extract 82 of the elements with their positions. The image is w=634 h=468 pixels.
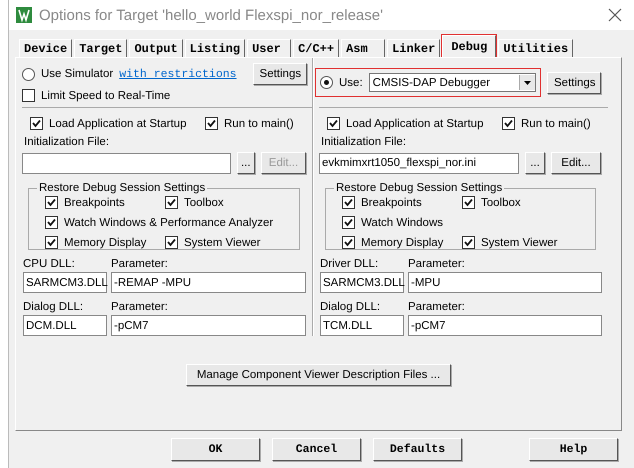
checkbox[interactable] [342, 236, 355, 249]
field-label: Dialog DLL: [320, 301, 382, 313]
checkbox-label: Memory Display [64, 236, 146, 248]
field-label: Parameter: [111, 258, 169, 270]
parameter-field[interactable]: -REMAP -MPU [111, 272, 306, 293]
tab[interactable]: Listing [184, 39, 246, 57]
checkbox[interactable] [45, 196, 58, 209]
dialog-button[interactable]: Help [529, 438, 618, 460]
checkbox[interactable] [327, 117, 340, 130]
dll-field[interactable]: TCM.DLL [320, 315, 404, 336]
checkbox[interactable] [30, 117, 43, 130]
field-label: Dialog DLL: [23, 301, 84, 313]
checkbox-label: Run to main() [521, 118, 591, 130]
tab[interactable]: Output [129, 39, 183, 57]
tab[interactable]: User [247, 39, 292, 57]
edit-button[interactable]: Edit... [551, 152, 601, 174]
checkbox[interactable] [165, 196, 178, 209]
window-title: Options for Target 'hello_world Flexspi_nor_release' [39, 6, 384, 24]
close-icon[interactable] [608, 8, 622, 22]
checkbox-label: System Viewer [481, 236, 558, 248]
browse-button[interactable]: ... [236, 152, 255, 174]
checkbox[interactable] [165, 236, 178, 249]
checkbox-label: System Viewer [184, 236, 260, 248]
checkbox-label: Breakpoints [64, 196, 125, 208]
checkbox-label: Limit Speed to Real-Time [41, 90, 170, 102]
initialization-file-field[interactable] [22, 152, 231, 174]
checkbox-label: Watch Windows & Performance Analyzer [64, 216, 274, 228]
field-label: Parameter: [408, 301, 466, 313]
tab[interactable]: Target [74, 39, 128, 57]
checkbox-label: Watch Windows [361, 216, 444, 228]
dropdown-arrow-icon [524, 80, 531, 84]
settings-button[interactable]: Settings [547, 72, 601, 94]
tab[interactable]: C/C++ [293, 39, 340, 57]
checkbox-label: Load Application at Startup [49, 118, 186, 130]
radio-label: Use Simulator [41, 68, 114, 80]
field-label: Initialization File: [321, 136, 408, 148]
checkbox-label: Load Application at Startup [346, 118, 484, 130]
group-title: Restore Debug Session Settings [38, 182, 206, 194]
field-label: Parameter: [408, 258, 466, 270]
checkbox[interactable] [502, 117, 515, 130]
app-icon [16, 7, 32, 23]
group-title: Restore Debug Session Settings [335, 182, 504, 194]
checkbox-label: Breakpoints [361, 196, 422, 208]
settings-button[interactable]: Settings [252, 63, 307, 85]
field-label: Driver DLL: [320, 258, 380, 270]
checkbox[interactable] [22, 89, 35, 102]
radio-label: Use: [339, 76, 363, 88]
initialization-file-field[interactable]: evkmimxrt1050_flexspi_nor.ini [319, 152, 519, 174]
parameter-field[interactable]: -MPU [408, 272, 602, 293]
radio-button[interactable] [22, 68, 35, 80]
radio-button[interactable] [320, 76, 333, 89]
dll-field[interactable]: SARMCM3.DLL [23, 272, 107, 293]
dialog-button[interactable]: OK [171, 438, 260, 460]
checkbox-label: Run to main() [224, 118, 294, 130]
dll-field[interactable]: DCM.DLL [23, 315, 107, 336]
tab[interactable]: Device [19, 39, 72, 57]
checkbox-label: Toolbox [481, 196, 521, 208]
field-label: Initialization File: [24, 136, 110, 148]
restrictions-link[interactable]: with restrictions [119, 68, 237, 80]
dialog-button[interactable]: Defaults [373, 438, 462, 460]
checkbox[interactable] [342, 196, 355, 209]
checkbox[interactable] [205, 117, 218, 130]
dialog-button[interactable]: Cancel [272, 438, 361, 460]
parameter-field[interactable]: -pCM7 [111, 315, 306, 336]
tab[interactable]: Linker [387, 39, 440, 57]
checkbox[interactable] [462, 196, 475, 209]
manage-files-button[interactable]: Manage Component Viewer Description Files ... [186, 364, 452, 386]
field-label: CPU DLL: [23, 258, 76, 270]
tab[interactable]: Debug [442, 35, 496, 57]
checkbox[interactable] [45, 216, 58, 229]
dll-field[interactable]: SARMCM3.DLL [320, 272, 404, 293]
tab[interactable]: Asm [341, 39, 386, 57]
parameter-field[interactable]: -pCM7 [408, 315, 602, 336]
checkbox[interactable] [462, 236, 475, 249]
field-label: Parameter: [111, 301, 169, 313]
tab[interactable]: Utilities [498, 39, 574, 57]
checkbox[interactable] [45, 236, 58, 249]
debugger-dropdown[interactable]: CMSIS-DAP Debugger [368, 73, 536, 92]
checkbox[interactable] [342, 216, 355, 229]
checkbox-label: Memory Display [361, 236, 444, 248]
checkbox-label: Toolbox [184, 196, 224, 208]
browse-button[interactable]: ... [525, 152, 545, 174]
